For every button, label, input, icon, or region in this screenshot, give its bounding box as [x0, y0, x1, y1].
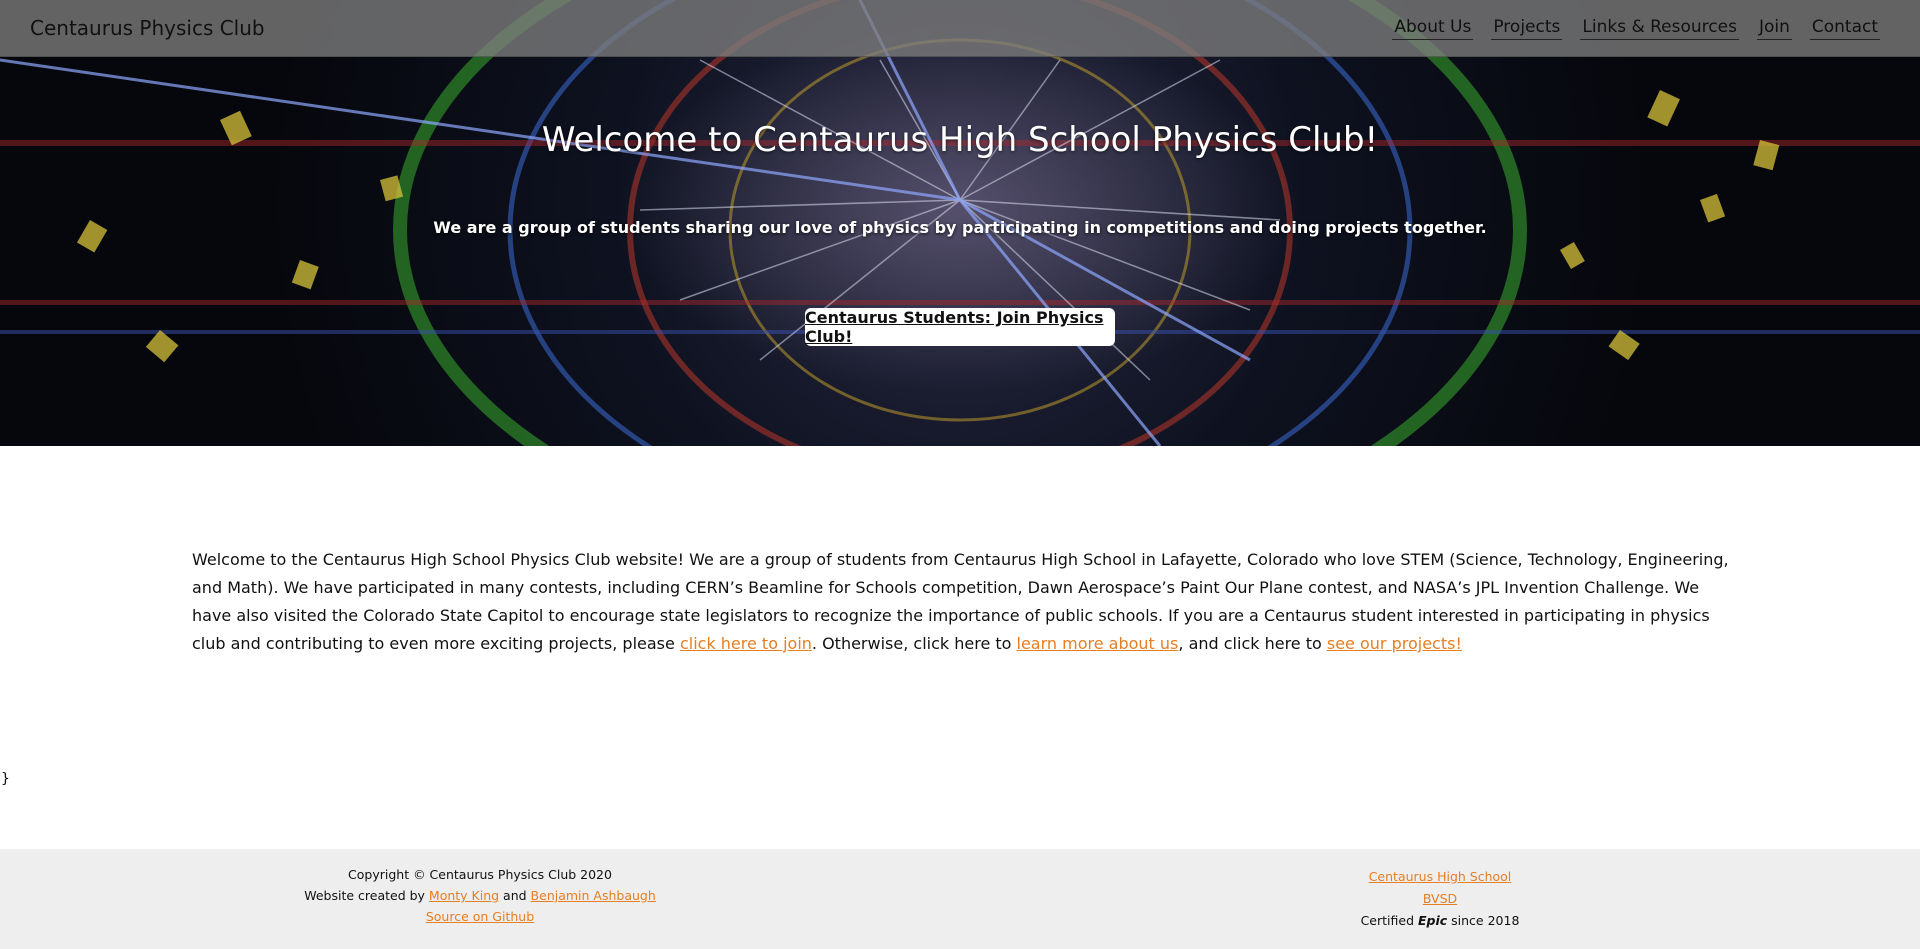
- brand-link[interactable]: Centaurus Physics Club: [30, 16, 265, 40]
- top-navbar: Centaurus Physics Club About Us Projects…: [0, 0, 1920, 57]
- and-text: and: [499, 888, 531, 903]
- nav-link-links-resources[interactable]: Links & Resources: [1580, 17, 1739, 40]
- github-source-link[interactable]: Source on Github: [426, 909, 534, 924]
- nav-link-projects[interactable]: Projects: [1491, 17, 1563, 40]
- footer-school: Centaurus High School BVSD Certified Epi…: [1240, 866, 1640, 932]
- intro-text-3: , and click here to: [1178, 634, 1327, 653]
- certified-line: Certified Epic since 2018: [1240, 910, 1640, 932]
- intro-paragraph: Welcome to the Centaurus High School Phy…: [192, 546, 1732, 658]
- join-link[interactable]: click here to join: [680, 634, 812, 653]
- created-by-text: Website created by: [304, 888, 429, 903]
- created-by-line: Website created by Monty King and Benjam…: [280, 885, 680, 906]
- stray-brace-text: }: [1, 771, 10, 787]
- footer-credits: Copyright © Centaurus Physics Club 2020 …: [280, 864, 680, 927]
- certified-text: Certified: [1360, 913, 1418, 928]
- author-benjamin-link[interactable]: Benjamin Ashbaugh: [531, 888, 656, 903]
- projects-link[interactable]: see our projects!: [1327, 634, 1462, 653]
- source-line: Source on Github: [280, 906, 680, 927]
- intro-text-2: . Otherwise, click here to: [811, 634, 1017, 653]
- join-club-button[interactable]: Centaurus Students: Join Physics Club!: [805, 308, 1115, 346]
- bvsd-link[interactable]: BVSD: [1423, 891, 1457, 906]
- about-link[interactable]: learn more about us: [1017, 634, 1179, 653]
- hero-subtitle: We are a group of students sharing our l…: [433, 218, 1487, 237]
- since-text: since 2018: [1447, 913, 1520, 928]
- hero-banner: Centaurus Physics Club About Us Projects…: [0, 0, 1920, 446]
- epic-text: Epic: [1417, 913, 1448, 928]
- nav-link-contact[interactable]: Contact: [1809, 17, 1880, 40]
- hero-title: Welcome to Centaurus High School Physics…: [541, 120, 1379, 160]
- author-monty-link[interactable]: Monty King: [429, 888, 499, 903]
- nav-link-about-us[interactable]: About Us: [1392, 17, 1474, 40]
- nav-link-join[interactable]: Join: [1756, 17, 1792, 40]
- district-line: BVSD: [1240, 888, 1640, 910]
- copyright-text: Copyright © Centaurus Physics Club 2020: [348, 867, 612, 882]
- footer: Copyright © Centaurus Physics Club 2020 …: [0, 849, 1920, 949]
- nav-links: About Us Projects Links & Resources Join…: [1392, 17, 1880, 40]
- school-link[interactable]: Centaurus High School: [1369, 869, 1512, 884]
- school-line: Centaurus High School: [1240, 866, 1640, 888]
